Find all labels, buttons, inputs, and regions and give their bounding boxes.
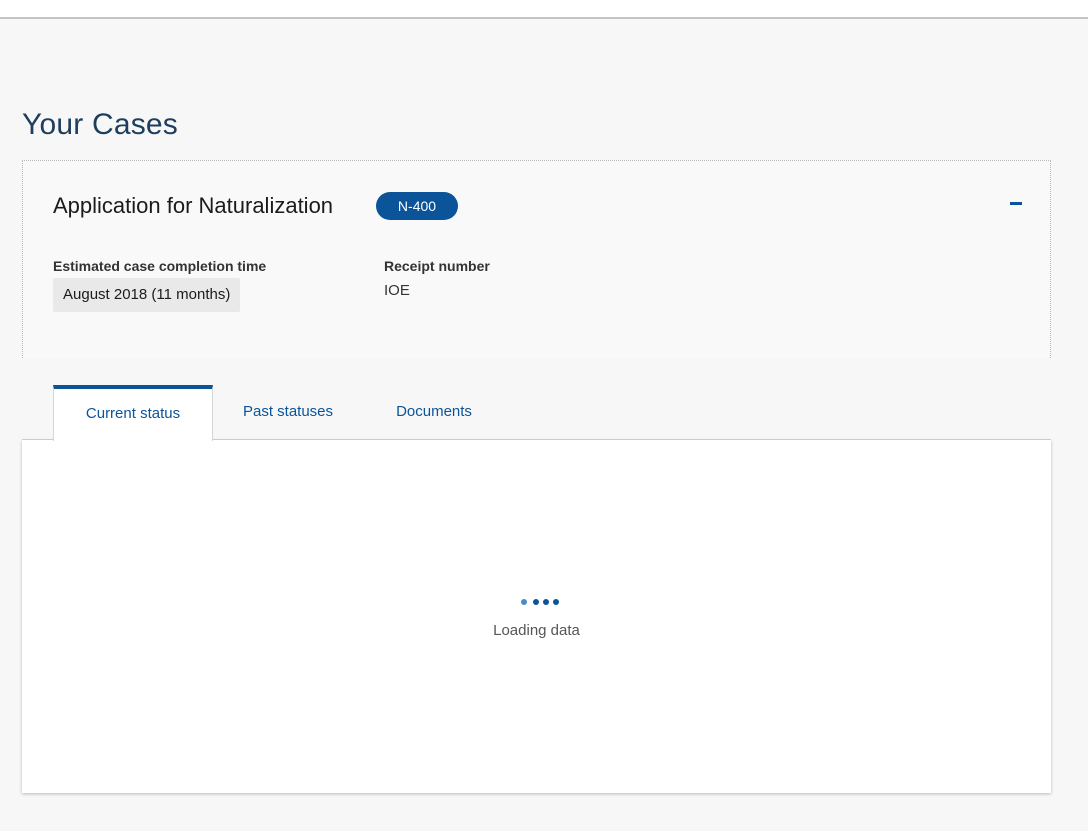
loading-text: Loading data — [493, 622, 580, 639]
tab-current-status[interactable]: Current status — [53, 385, 213, 441]
case-card: Application for Naturalization N-400 Est… — [22, 160, 1051, 793]
receipt-number-value: IOE — [384, 282, 410, 299]
tab-documents[interactable]: Documents — [384, 385, 484, 439]
loader-dot — [521, 599, 527, 605]
completion-time-label: Estimated case completion time — [53, 258, 267, 274]
form-type-badge: N-400 — [376, 192, 458, 220]
case-tabs: Current status Past statuses Documents — [22, 358, 1051, 441]
collapse-case-button[interactable] — [1005, 189, 1027, 211]
case-header: Application for Naturalization N-400 Est… — [22, 160, 1051, 358]
loading-dots-icon — [521, 599, 561, 607]
case-title: Application for Naturalization — [53, 193, 334, 218]
page-title: Your Cases — [22, 108, 178, 141]
loader-dot — [533, 599, 539, 605]
tab-panel: Loading data — [22, 440, 1051, 793]
completion-time-value: August 2018 (11 months) — [53, 278, 241, 312]
loader-dot — [543, 599, 549, 605]
top-bar — [0, 0, 1088, 19]
loader-dot — [553, 599, 559, 605]
receipt-number-label: Receipt number — [384, 258, 490, 274]
tab-past-statuses[interactable]: Past statuses — [230, 385, 346, 439]
minus-icon — [1010, 202, 1022, 205]
